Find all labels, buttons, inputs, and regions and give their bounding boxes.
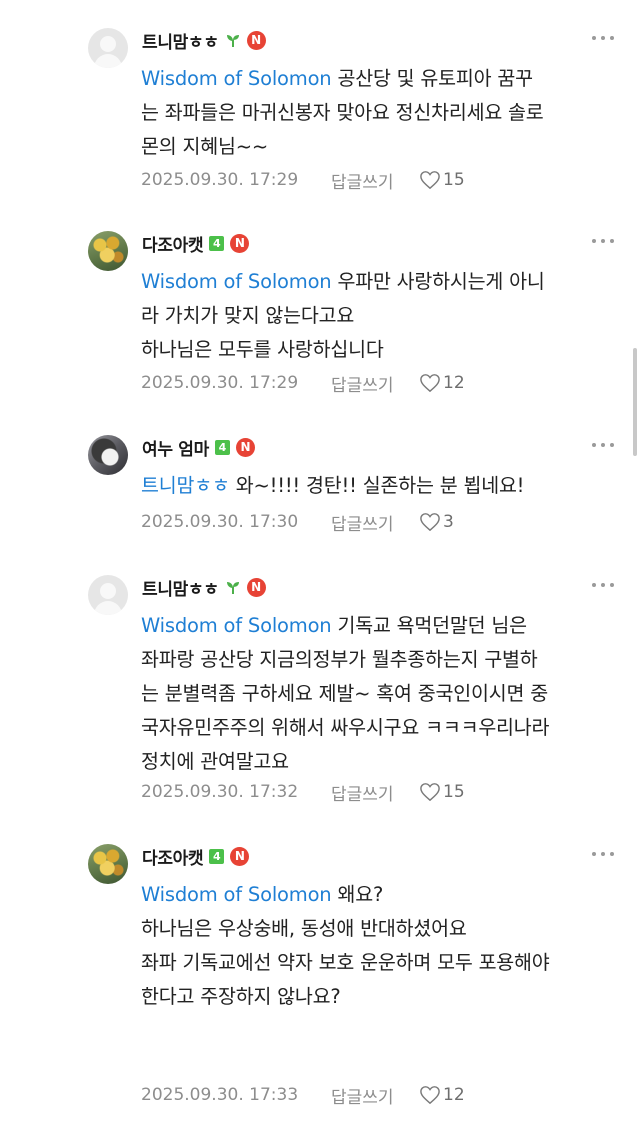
mention-link[interactable]: Wisdom of Solomon [141, 883, 332, 906]
avatar[interactable] [88, 231, 128, 271]
comment-text: 공산당 및 유토피아 꿈꾸 [331, 67, 533, 90]
author-line: 다조아캣 4 N [142, 844, 250, 869]
comment-meta: 2025.09.30. 17:29 답글쓰기 12 [141, 371, 465, 396]
new-badge: N [230, 233, 250, 253]
comment-text: 와~!!!! 경탄!! 실존하는 분 뵙네요! [229, 474, 525, 497]
comment-date: 2025.09.30. 17:30 [141, 512, 299, 532]
comment-text: 정치에 관여말고요 [141, 750, 289, 773]
more-dots-icon[interactable] [592, 850, 614, 858]
reply-button[interactable]: 답글쓰기 [331, 371, 419, 396]
like-button[interactable]: 12 [419, 1085, 465, 1105]
level-badge: 4 [214, 439, 230, 455]
comment-body: Wisdom of Solomon 공산당 및 유토피아 꿈꾸 는 좌파들은 마… [141, 62, 621, 164]
comment-text: 국자유민주주의 위해서 싸우시구요 ㅋㅋㅋ우리나라 [141, 716, 550, 739]
level-badge: 4 [209, 235, 225, 251]
author-name[interactable]: 트니맘ㅎㅎ [142, 28, 219, 53]
reply-button[interactable]: 답글쓰기 [331, 168, 419, 193]
new-badge: N [230, 846, 250, 866]
heart-icon [420, 513, 440, 532]
comment-text: 는 분별력좀 구하세요 제발~ 혹여 중국인이시면 중 [141, 682, 548, 705]
like-button[interactable]: 15 [419, 782, 465, 802]
author-name[interactable]: 여누 엄마 [142, 435, 209, 460]
avatar[interactable] [88, 435, 128, 475]
comment-date: 2025.09.30. 17:33 [141, 1085, 299, 1105]
more-dots-icon[interactable] [592, 441, 614, 449]
new-badge: N [246, 577, 266, 597]
like-button[interactable]: 15 [419, 170, 465, 190]
heart-icon [420, 171, 440, 190]
avatar[interactable] [88, 575, 128, 615]
heart-icon [420, 1086, 440, 1105]
author-line: 트니맘ㅎㅎ N [142, 575, 266, 600]
comment-text: 는 좌파들은 마귀신봉자 맞아요 정신차리세요 솔로 [141, 101, 544, 124]
comment-meta: 2025.09.30. 17:33 답글쓰기 12 [141, 1083, 465, 1108]
author-name[interactable]: 트니맘ㅎㅎ [142, 575, 219, 600]
author-name[interactable]: 다조아캣 [142, 231, 204, 256]
mention-link[interactable]: Wisdom of Solomon [141, 614, 332, 637]
comment-text: 하나님은 모두를 사랑하십니다 [141, 338, 384, 361]
more-dots-icon[interactable] [592, 34, 614, 42]
author-line: 트니맘ㅎㅎ N [142, 28, 266, 53]
level-badge: 4 [209, 848, 225, 864]
comment-text: 왜요? [331, 883, 384, 906]
like-count: 12 [443, 1085, 465, 1105]
avatar[interactable] [88, 28, 128, 68]
more-dots-icon[interactable] [592, 581, 614, 589]
like-button[interactable]: 12 [419, 373, 465, 393]
sprout-icon [226, 35, 239, 47]
comment-date: 2025.09.30. 17:29 [141, 170, 299, 190]
like-count: 15 [443, 782, 465, 802]
like-count: 3 [443, 512, 454, 532]
more-dots-icon[interactable] [592, 237, 614, 245]
comment-text: 몬의 지혜님~~ [141, 135, 268, 158]
comment-date: 2025.09.30. 17:29 [141, 373, 299, 393]
comment-body: 트니맘ㅎㅎ 와~!!!! 경탄!! 실존하는 분 뵙네요! [141, 469, 621, 503]
like-count: 15 [443, 170, 465, 190]
author-name[interactable]: 다조아캣 [142, 844, 204, 869]
author-line: 여누 엄마 4 N [142, 435, 255, 460]
mention-link[interactable]: 트니맘ㅎㅎ [141, 474, 230, 497]
heart-icon [420, 783, 440, 802]
new-badge: N [235, 437, 255, 457]
comment-meta: 2025.09.30. 17:32 답글쓰기 15 [141, 780, 465, 805]
comment-meta: 2025.09.30. 17:29 답글쓰기 15 [141, 168, 465, 193]
comment-text: 좌파랑 공산당 지금의정부가 뭘추종하는지 구별하 [141, 648, 538, 671]
heart-icon [420, 374, 440, 393]
comment-body: Wisdom of Solomon 기독교 욕먹던말던 님은 좌파랑 공산당 지… [141, 609, 621, 779]
mention-link[interactable]: Wisdom of Solomon [141, 67, 332, 90]
reply-button[interactable]: 답글쓰기 [331, 510, 419, 535]
new-badge: N [246, 30, 266, 50]
scrollbar[interactable] [633, 348, 637, 456]
comment-date: 2025.09.30. 17:32 [141, 782, 299, 802]
reply-button[interactable]: 답글쓰기 [331, 1083, 419, 1108]
comment-meta: 2025.09.30. 17:30 답글쓰기 3 [141, 510, 454, 535]
avatar[interactable] [88, 844, 128, 884]
comment-text: 하나님은 우상숭배, 동성애 반대하셨어요 [141, 917, 467, 940]
comment-text: 좌파 기독교에선 약자 보호 운운하며 모두 포용해야 [141, 951, 550, 974]
comment-text: 우파만 사랑하시는게 아니 [331, 270, 545, 293]
mention-link[interactable]: Wisdom of Solomon [141, 270, 332, 293]
author-line: 다조아캣 4 N [142, 231, 250, 256]
comment-text: 라 가치가 맞지 않는다고요 [141, 304, 355, 327]
like-button[interactable]: 3 [419, 512, 454, 532]
sprout-icon [226, 582, 239, 594]
reply-button[interactable]: 답글쓰기 [331, 780, 419, 805]
comment-body: Wisdom of Solomon 왜요? 하나님은 우상숭배, 동성애 반대하… [141, 878, 621, 1014]
comment-body: Wisdom of Solomon 우파만 사랑하시는게 아니 라 가치가 맞지… [141, 265, 621, 367]
like-count: 12 [443, 373, 465, 393]
comment-text: 한다고 주장하지 않나요? [141, 985, 341, 1008]
comment-text: 기독교 욕먹던말던 님은 [331, 614, 527, 637]
